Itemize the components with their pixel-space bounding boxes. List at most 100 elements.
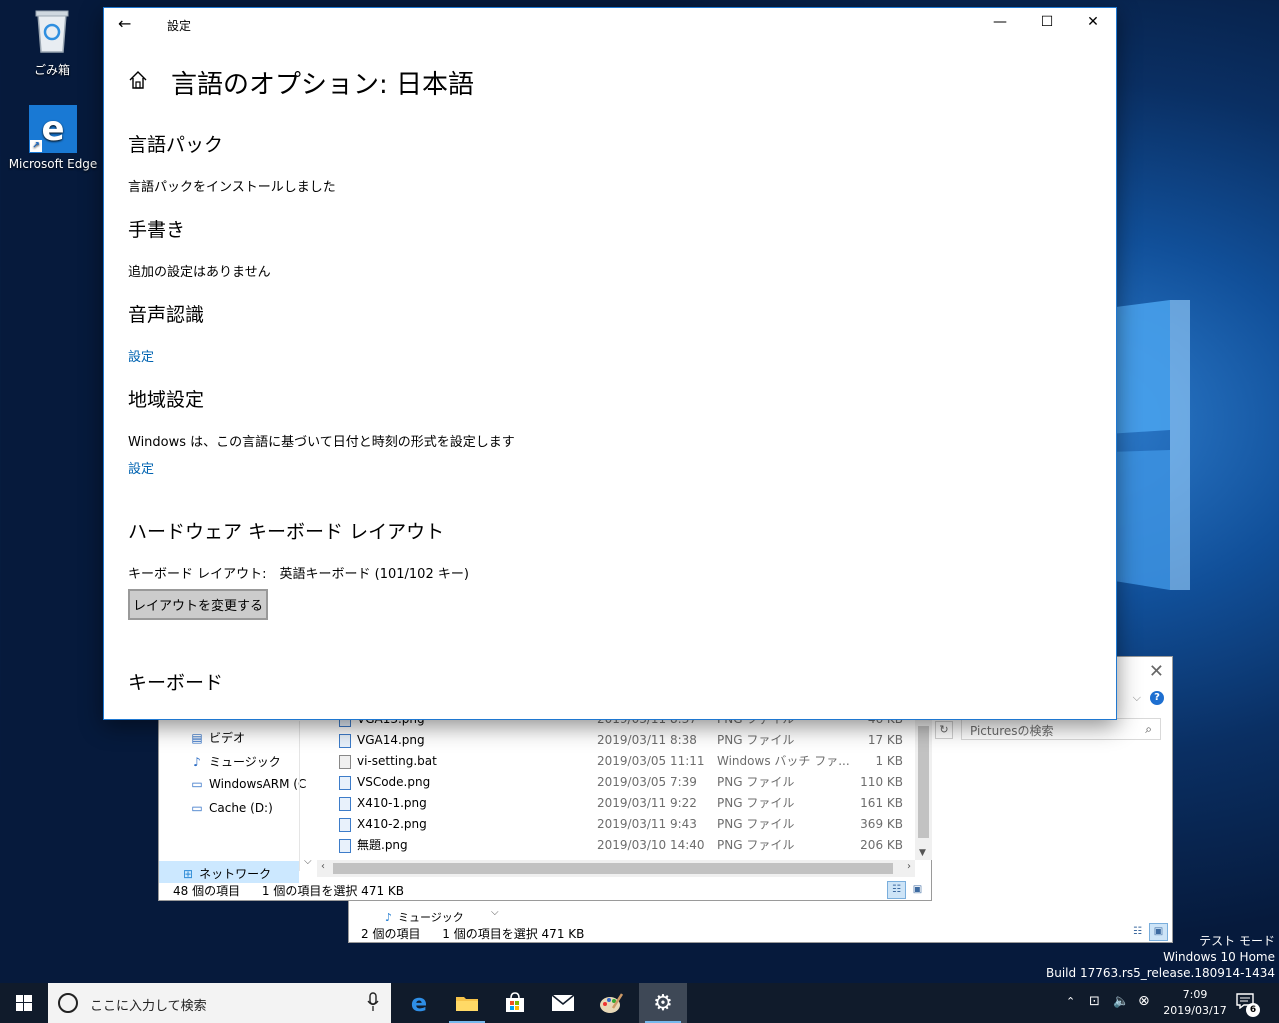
file-row[interactable]: X410-1.png 2019/03/11 9:22 PNG ファイル 161 KB bbox=[317, 793, 917, 814]
language-pack-heading: 言語パック bbox=[128, 134, 224, 156]
ribbon-expand-icon[interactable]: ⌵ bbox=[1133, 691, 1141, 705]
clock-date: 2019/03/17 bbox=[1163, 1004, 1227, 1017]
png-file-icon bbox=[339, 797, 351, 811]
taskbar-settings-button[interactable]: ⚙ bbox=[639, 983, 687, 1023]
action-center-button[interactable]: 6 bbox=[1236, 993, 1260, 1017]
file-type: Windows バッチ ファ... bbox=[717, 754, 850, 768]
scroll-right-icon[interactable]: › bbox=[907, 861, 911, 872]
region-heading: 地域設定 bbox=[128, 389, 205, 411]
file-size: 110 KB bbox=[860, 775, 903, 789]
navigation-pane: ▤ ビデオ ♪ ミュージック ▭ WindowsARM (C ▭ Cache (D:) … bbox=[159, 721, 306, 883]
taskbar: ここに入力して検索 e ⚙ ⌃ ⊡ 🔈 ⊗ 7:09 2019/03/17 6 bbox=[0, 983, 1279, 1023]
file-name: VSCode.png bbox=[357, 775, 431, 789]
title-bar[interactable]: ← 設定 — ☐ ✕ bbox=[104, 8, 1116, 40]
search-placeholder: ここに入力して検索 bbox=[90, 999, 207, 1014]
recycle-bin-label: ごみ箱 bbox=[33, 63, 70, 77]
file-row[interactable]: X410-2.png 2019/03/11 9:43 PNG ファイル 369 KB bbox=[317, 814, 917, 835]
file-name: VGA14.png bbox=[357, 733, 425, 747]
scroll-thumb[interactable] bbox=[333, 863, 893, 874]
paint-icon bbox=[600, 993, 623, 1013]
explorer-window-front[interactable]: ▤ ビデオ ♪ ミュージック ▭ WindowsARM (C ▭ Cache (D:) … bbox=[158, 690, 932, 901]
music-icon: ♪ bbox=[193, 755, 201, 769]
horizontal-scrollbar[interactable]: ‹ › bbox=[317, 860, 915, 877]
nav-item-drive-c[interactable]: ▭ WindowsARM (C bbox=[189, 777, 306, 791]
scroll-left-icon[interactable]: ‹ bbox=[321, 861, 325, 872]
minimize-icon[interactable]: — bbox=[990, 14, 1010, 30]
language-pack-status: 言語パックをインストールしました bbox=[128, 180, 336, 195]
refresh-icon[interactable]: ↻ bbox=[935, 721, 953, 739]
folder-icon bbox=[456, 997, 478, 1011]
file-size: 161 KB bbox=[860, 796, 903, 810]
file-row[interactable]: vi-setting.bat 2019/03/05 11:11 Windows バッ… bbox=[317, 751, 917, 772]
network-icon[interactable]: ⊡ bbox=[1089, 994, 1100, 1023]
close-icon[interactable]: ✕ bbox=[1083, 14, 1103, 30]
search-input[interactable]: Picturesの検索 ⌕ bbox=[961, 718, 1161, 740]
drive-icon: ▭ bbox=[191, 801, 203, 815]
nav-item-videos[interactable]: ▤ ビデオ bbox=[189, 729, 245, 746]
taskbar-store-button[interactable] bbox=[491, 983, 539, 1023]
recycle-bin-shortcut[interactable]: ごみ箱 bbox=[7, 8, 97, 78]
drive-icon: ▭ bbox=[191, 777, 203, 791]
taskbar-paint-button[interactable] bbox=[587, 983, 635, 1023]
file-name: X410-1.png bbox=[357, 796, 427, 810]
png-file-icon bbox=[339, 776, 351, 790]
scroll-down-icon[interactable]: ▼ bbox=[919, 848, 926, 858]
file-row[interactable]: VGA14.png 2019/03/11 8:38 PNG ファイル 17 KB bbox=[317, 730, 917, 751]
home-icon[interactable] bbox=[128, 70, 148, 90]
file-name: vi-setting.bat bbox=[357, 754, 437, 768]
file-row[interactable]: 無題.png 2019/03/10 14:40 PNG ファイル 206 KB bbox=[317, 835, 917, 856]
change-layout-button[interactable]: レイアウトを変更する bbox=[128, 589, 268, 620]
item-count: 2 個の項目 bbox=[361, 927, 421, 941]
nav-item-drive-d[interactable]: ▭ Cache (D:) bbox=[189, 801, 272, 815]
notification-count-badge: 6 bbox=[1246, 1003, 1260, 1017]
cortana-icon[interactable] bbox=[58, 993, 78, 1013]
input-indicator-icon[interactable]: ⊗ bbox=[1138, 993, 1150, 1023]
nav-scrollbar[interactable]: ⌵ bbox=[299, 721, 317, 871]
region-settings-link[interactable]: 設定 bbox=[128, 458, 154, 477]
file-type: PNG ファイル bbox=[717, 796, 795, 810]
taskbar-mail-button[interactable] bbox=[539, 983, 587, 1023]
help-icon[interactable]: ? bbox=[1150, 691, 1164, 705]
close-icon[interactable]: ✕ bbox=[1149, 661, 1164, 682]
png-file-icon bbox=[339, 839, 351, 853]
search-icon: ⌕ bbox=[1145, 722, 1152, 736]
file-type: PNG ファイル bbox=[717, 817, 795, 831]
region-description: Windows は、この言語に基づいて日付と時刻の形式を設定します bbox=[128, 435, 515, 450]
keyboards-heading: キーボード bbox=[128, 672, 224, 694]
selection-info: 1 個の項目を選択 471 KB bbox=[261, 884, 405, 898]
file-date: 2019/03/10 14:40 bbox=[597, 838, 705, 852]
large-icons-view-icon[interactable]: ▣ bbox=[908, 881, 927, 899]
edge-shortcut[interactable]: e ↗ Microsoft Edge bbox=[8, 105, 98, 171]
file-type: PNG ファイル bbox=[717, 733, 795, 747]
taskbar-clock[interactable]: 7:09 2019/03/17 bbox=[1160, 987, 1230, 1019]
file-size: 17 KB bbox=[867, 733, 903, 747]
details-view-icon[interactable]: ☷ bbox=[887, 881, 906, 899]
show-hidden-icons-chevron-icon[interactable]: ⌃ bbox=[1066, 995, 1075, 1023]
taskbar-search-input[interactable]: ここに入力して検索 bbox=[48, 983, 391, 1023]
taskbar-edge-button[interactable]: e bbox=[395, 983, 443, 1023]
scroll-down-icon[interactable]: ⌵ bbox=[304, 856, 312, 867]
settings-window[interactable]: ← 設定 — ☐ ✕ 言語のオプション: 日本語 言語パック 言語パックをインス… bbox=[103, 7, 1117, 720]
volume-icon[interactable]: 🔈 bbox=[1113, 994, 1129, 1023]
large-icons-view-icon[interactable]: ▣ bbox=[1149, 923, 1168, 941]
start-button-icon[interactable] bbox=[0, 983, 48, 1023]
scroll-thumb[interactable] bbox=[918, 726, 929, 838]
maximize-icon[interactable]: ☐ bbox=[1037, 14, 1057, 30]
file-row[interactable]: VSCode.png 2019/03/05 7:39 PNG ファイル 110 KB bbox=[317, 772, 917, 793]
edge-icon: e ↗ bbox=[29, 105, 77, 153]
file-size: 1 KB bbox=[875, 754, 903, 768]
speech-settings-link[interactable]: 設定 bbox=[128, 346, 154, 365]
status-bar: 2 個の項目 1 個の項目を選択 471 KB ☷ ▣ bbox=[349, 921, 1172, 943]
video-icon: ▤ bbox=[191, 731, 203, 745]
nav-scroll-down-icon[interactable]: ⌵ bbox=[491, 907, 499, 918]
watermark-line-3: Build 17763.rs5_release.180914-1434 bbox=[1046, 966, 1275, 980]
recycle-bin-icon bbox=[35, 10, 69, 53]
file-size: 369 KB bbox=[860, 817, 903, 831]
vertical-scrollbar[interactable]: ▼ bbox=[915, 716, 932, 860]
back-arrow-icon[interactable]: ← bbox=[118, 14, 131, 33]
taskbar-explorer-button[interactable] bbox=[443, 983, 491, 1023]
nav-item-music[interactable]: ♪ ミュージック bbox=[189, 753, 281, 770]
file-type: PNG ファイル bbox=[717, 838, 795, 852]
microphone-icon[interactable] bbox=[367, 992, 379, 1012]
details-view-icon[interactable]: ☷ bbox=[1128, 923, 1147, 941]
